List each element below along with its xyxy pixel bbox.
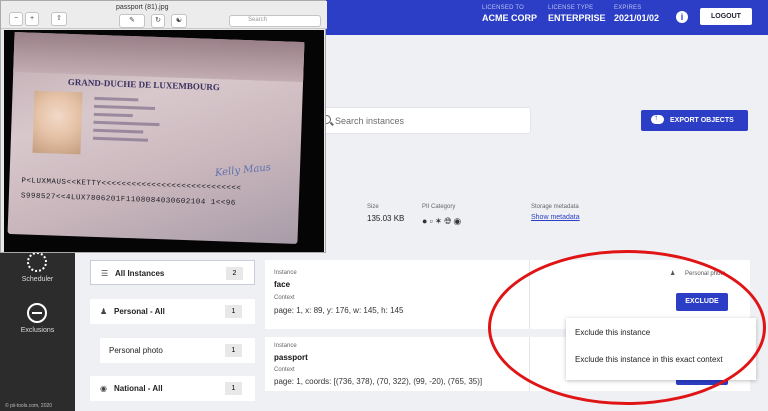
sidebar-item-exclusions[interactable]: Exclusions xyxy=(0,327,75,334)
context-label: Context xyxy=(274,295,295,301)
storage-metadata-label: Storage metadata xyxy=(531,204,579,210)
filter-national-all[interactable]: ◉ National - All 1 xyxy=(90,376,255,401)
size-value: 135.03 KB xyxy=(367,214,405,223)
license-type: LICENSE TYPE ENTERPRISE xyxy=(548,5,606,23)
cloud-upload-icon xyxy=(651,113,664,124)
info-icon[interactable]: i xyxy=(676,11,688,23)
preview-filename: passport (81).jpg xyxy=(116,4,169,11)
license-expiry-label: EXPIRES xyxy=(614,5,642,11)
filter-count: 2 xyxy=(226,267,243,280)
context-value: page: 1, x: 89, y: 176, w: 145, h: 145 xyxy=(274,306,404,315)
passport-signature: Kelly Maus xyxy=(214,162,272,179)
size-field: Size 135.03 KB xyxy=(367,204,404,223)
filter-personal-photo[interactable]: Personal photo 1 xyxy=(100,338,255,363)
zoom-out-icon[interactable]: − xyxy=(9,12,23,26)
preview-search-input[interactable]: Search xyxy=(229,15,321,27)
instance-label: Instance xyxy=(274,270,297,276)
passport-photo xyxy=(32,90,83,155)
filter-label: All Instances xyxy=(115,269,165,278)
passport-fields xyxy=(92,96,205,149)
mrz-line-2: S998527<<4LUX7806201F1108084030602104 1<… xyxy=(20,192,236,208)
card-divider xyxy=(529,260,530,329)
context-label: Context xyxy=(274,367,295,373)
annotate-icon[interactable]: ☯ xyxy=(171,14,187,28)
filter-all-instances[interactable]: ☰ All Instances 2 xyxy=(90,260,255,285)
mrz-line-1: P<LUXMAUS<<KETTY<<<<<<<<<<<<<<<<<<<<<<<<… xyxy=(21,177,242,194)
license-type-value: ENTERPRISE xyxy=(548,13,606,23)
license-expiry-value: 2021/01/02 xyxy=(614,13,660,23)
card-divider xyxy=(529,337,530,391)
globe-filled-icon: ◉ xyxy=(453,216,464,226)
copyright: © pii-tools.com, 2020 xyxy=(5,403,53,409)
pii-category-icons: ●▫✶🌐︎◉ xyxy=(422,216,463,227)
sidebar-item-scheduler[interactable]: Scheduler xyxy=(0,276,75,283)
filter-personal-all[interactable]: ♟ Personal - All 1 xyxy=(90,299,255,324)
filter-count: 1 xyxy=(225,344,242,357)
preview-window: − + ⇧ passport (81).jpg ✎ ↻ ☯ Search GRA… xyxy=(0,0,327,253)
logout-button[interactable]: LOGOUT xyxy=(700,8,752,25)
passport-top-band xyxy=(13,32,305,83)
pii-category-label: PII Category xyxy=(422,204,456,210)
scheduler-icon[interactable] xyxy=(27,252,47,272)
pii-category-field: PII Category xyxy=(422,204,455,210)
globe-icon: 🌐︎ xyxy=(444,216,454,226)
license-holder-label: LICENSED TO xyxy=(482,5,524,11)
passport-page: GRAND-DUCHE DE LUXEMBOURG Kelly Maus P<L… xyxy=(7,32,305,244)
passport-image: GRAND-DUCHE DE LUXEMBOURG Kelly Maus P<L… xyxy=(4,30,324,252)
filter-label: Personal - All xyxy=(114,307,165,316)
fingerprint-icon: ✶ xyxy=(434,216,445,226)
markup-icon[interactable]: ✎ xyxy=(119,14,145,28)
search-input[interactable]: Search instances xyxy=(312,107,531,134)
minus-circle-icon[interactable] xyxy=(27,303,47,323)
list-icon: ☰ xyxy=(101,269,109,278)
show-metadata-link[interactable]: Show metadata xyxy=(531,214,580,221)
exclude-instance-option[interactable]: Exclude this instance xyxy=(575,328,650,337)
instance-value: face xyxy=(274,280,291,289)
filter-label: National - All xyxy=(114,384,163,393)
passport-title: GRAND-DUCHE DE LUXEMBOURG xyxy=(67,76,221,93)
filter-count: 1 xyxy=(225,305,242,318)
size-label: Size xyxy=(367,204,379,210)
search-placeholder: Search instances xyxy=(335,116,405,126)
export-objects-label: EXPORT OBJECTS xyxy=(670,117,734,124)
exclude-instance-context-option[interactable]: Exclude this instance in this exact cont… xyxy=(575,355,723,364)
license-holder-value: ACME CORP xyxy=(482,13,538,23)
category-tag: Personal photo xyxy=(685,271,726,277)
filter-label: Personal photo xyxy=(109,346,163,355)
context-value: page: 1, coords: [(736, 378), (70, 322),… xyxy=(274,377,483,386)
preview-titlebar: − + ⇧ passport (81).jpg ✎ ↻ ☯ Search xyxy=(1,1,327,29)
preview-search-placeholder: Search xyxy=(248,17,268,23)
license-type-label: LICENSE TYPE xyxy=(548,5,594,11)
person-icon: ♟ xyxy=(100,307,108,316)
exclude-menu: Exclude this instance Exclude this insta… xyxy=(566,318,756,380)
license-expiry: EXPIRES 2021/01/02 xyxy=(614,5,659,23)
filter-count: 1 xyxy=(225,382,242,395)
rotate-icon[interactable]: ↻ xyxy=(151,14,165,28)
person-icon: ♟ xyxy=(670,271,676,277)
exclude-button[interactable]: EXCLUDE xyxy=(676,293,728,311)
instance-value: passport xyxy=(274,353,308,362)
sidebar: Scheduler Exclusions xyxy=(0,240,75,411)
zoom-in-icon[interactable]: + xyxy=(25,12,39,26)
license-holder: LICENSED TO ACME CORP xyxy=(482,5,537,23)
globe-icon: ◉ xyxy=(100,384,107,393)
storage-metadata-field: Storage metadata Show metadata xyxy=(531,204,580,221)
export-objects-button[interactable]: EXPORT OBJECTS xyxy=(641,110,748,131)
share-icon[interactable]: ⇧ xyxy=(51,12,67,26)
instance-label: Instance xyxy=(274,343,297,349)
app-window: LICENSED TO ACME CORP LICENSE TYPE ENTER… xyxy=(0,0,768,411)
